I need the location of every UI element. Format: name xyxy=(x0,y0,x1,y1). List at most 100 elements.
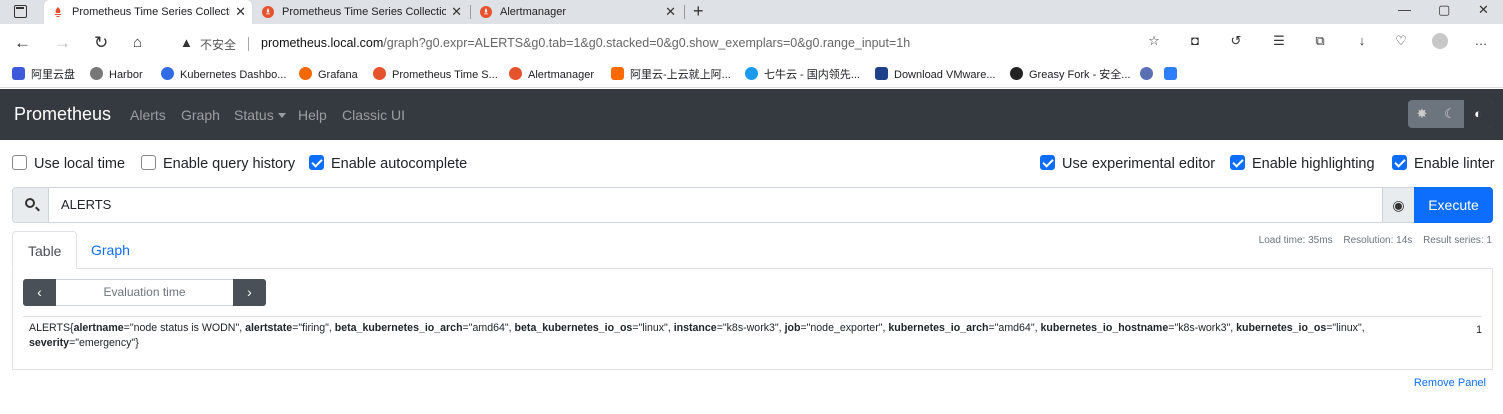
downloads-icon[interactable]: ↓ xyxy=(1354,33,1370,49)
forward-button[interactable]: → xyxy=(54,33,71,53)
search-lens-shape xyxy=(25,198,35,208)
nav-status[interactable]: Status xyxy=(234,107,286,123)
profile-avatar[interactable] xyxy=(1432,33,1448,49)
collections-icon[interactable]: ⧉ xyxy=(1312,33,1328,49)
tab-close-icon[interactable]: ✕ xyxy=(235,0,246,24)
bookmark-unnamed-2[interactable] xyxy=(1164,66,1183,84)
label-value: "k8s-work3" xyxy=(722,322,779,334)
bookmark-grafana[interactable]: Grafana xyxy=(299,66,358,84)
option-use-local-time[interactable]: Use local time xyxy=(12,154,125,174)
bookmark-vmware[interactable]: Download VMware... xyxy=(875,66,996,84)
bookmark-aliyun-drive[interactable]: 阿里云盘 xyxy=(12,66,75,84)
tab-graph[interactable]: Graph xyxy=(76,231,145,269)
bookmark-label: Prometheus Time S... xyxy=(392,69,498,81)
checkbox-checked[interactable] xyxy=(1392,155,1407,170)
option-label: Enable linter xyxy=(1414,156,1495,172)
expression-input-group: ALERTS ◉ Execute xyxy=(12,187,1493,223)
bookmark-icon xyxy=(373,67,386,80)
label-value: "linux" xyxy=(1332,322,1362,334)
insecure-label[interactable]: 不安全 xyxy=(200,36,236,53)
label-key: beta_kubernetes_io_os xyxy=(514,322,633,334)
caret-down-icon xyxy=(277,113,286,118)
tab-table[interactable]: Table xyxy=(12,231,78,269)
checkbox[interactable] xyxy=(12,155,27,170)
checkbox-checked[interactable] xyxy=(309,155,324,170)
bookmark-kubernetes-dashboard[interactable]: Kubernetes Dashbo... xyxy=(161,66,286,84)
light-theme-sun-icon[interactable]: ✸ xyxy=(1408,100,1436,128)
reload-button[interactable]: ↻ xyxy=(94,33,108,53)
nav-status-label: Status xyxy=(234,107,274,123)
option-enable-linter[interactable]: Enable linter xyxy=(1392,154,1495,174)
option-enable-highlighting[interactable]: Enable highlighting xyxy=(1230,154,1375,174)
home-button[interactable]: ⌂ xyxy=(133,33,142,53)
back-button[interactable]: ← xyxy=(14,33,31,53)
browser-tab-alertmanager[interactable]: Alertmanager ✕ xyxy=(472,0,682,24)
favorite-star-icon[interactable]: ☆ xyxy=(1146,33,1162,49)
label-key: kubernetes_io_hostname xyxy=(1040,322,1169,334)
sync-icon[interactable]: ↺ xyxy=(1228,33,1244,49)
bookmark-qiniu[interactable]: 七牛云 - 国内领先... xyxy=(745,66,860,84)
bookmark-icon xyxy=(299,67,312,80)
more-menu-icon[interactable]: … xyxy=(1473,33,1489,49)
search-icon xyxy=(13,188,49,222)
bookmark-harbor[interactable]: Harbor xyxy=(90,66,143,84)
remove-panel-link[interactable]: Remove Panel xyxy=(1414,377,1486,389)
tab-actions-icon[interactable] xyxy=(14,5,27,18)
label-key: alertname xyxy=(73,322,124,334)
bookmark-icon xyxy=(12,67,25,80)
auto-theme-icon[interactable]: ◐ xyxy=(1464,100,1492,128)
tab-close-icon[interactable]: ✕ xyxy=(665,0,676,24)
nav-alerts[interactable]: Alerts xyxy=(130,107,166,123)
table-divider xyxy=(23,316,1482,317)
address-bar[interactable]: ▲ 不安全 prometheus.local.com/graph?g0.expr… xyxy=(168,30,1170,58)
bookmark-unnamed-1[interactable] xyxy=(1140,66,1159,84)
label-key: instance xyxy=(673,322,717,334)
bookmark-alertmanager[interactable]: Alertmanager xyxy=(509,66,594,84)
browser-tab-prometheus-1[interactable]: Prometheus Time Series Collectio ✕ xyxy=(44,0,252,24)
new-tab-button[interactable]: + xyxy=(693,0,704,22)
table-panel: ‹ Evaluation time › ALERTS{alertname="no… xyxy=(12,268,1493,370)
label-value: "amd64" xyxy=(994,322,1035,334)
option-enable-query-history[interactable]: Enable query history xyxy=(141,154,295,174)
browser-tab-prometheus-2[interactable]: Prometheus Time Series Collectio ✕ xyxy=(254,0,468,24)
expression-input[interactable]: ALERTS xyxy=(61,197,111,212)
warning-icon[interactable]: ▲ xyxy=(180,35,193,50)
favorites-icon[interactable]: ☰ xyxy=(1271,33,1287,49)
label-value: "amd64" xyxy=(468,322,509,334)
bookmark-icon xyxy=(1140,67,1153,80)
nav-help[interactable]: Help xyxy=(298,107,327,123)
nav-classic-ui[interactable]: Classic UI xyxy=(342,107,405,123)
bookmark-label: Alertmanager xyxy=(528,69,595,81)
bookmark-aliyun[interactable]: 阿里云-上云就上阿... xyxy=(611,66,731,84)
bookmark-icon xyxy=(1164,67,1177,80)
brand-link[interactable]: Prometheus xyxy=(14,104,111,125)
bookmark-label: 阿里云-上云就上阿... xyxy=(630,69,731,81)
execute-button[interactable]: Execute xyxy=(1414,187,1493,223)
bookmark-icon xyxy=(90,67,103,80)
extension-icon[interactable]: ◘ xyxy=(1187,33,1203,49)
option-enable-autocomplete[interactable]: Enable autocomplete xyxy=(309,154,467,174)
maximize-button[interactable]: ▢ xyxy=(1438,2,1450,18)
previous-time-button[interactable]: ‹ xyxy=(23,279,56,306)
url-text[interactable]: prometheus.local.com/graph?g0.expr=ALERT… xyxy=(261,36,910,50)
checkbox-checked[interactable] xyxy=(1040,155,1055,170)
browser-essentials-icon[interactable]: ♡ xyxy=(1393,33,1409,49)
nav-graph[interactable]: Graph xyxy=(181,107,220,123)
checkbox[interactable] xyxy=(141,155,156,170)
url-host: prometheus.local.com xyxy=(261,36,384,50)
close-window-button[interactable]: ✕ xyxy=(1478,2,1489,18)
bookmark-icon xyxy=(1010,67,1023,80)
bookmarks-bar: 阿里云盘 Harbor Kubernetes Dashbo... Grafana… xyxy=(0,62,1503,88)
evaluation-time-input[interactable]: Evaluation time xyxy=(57,280,232,305)
tab-close-icon[interactable]: ✕ xyxy=(451,0,462,24)
dark-theme-moon-icon[interactable]: ☾ xyxy=(1436,100,1464,128)
option-use-experimental-editor[interactable]: Use experimental editor xyxy=(1040,154,1215,174)
resolution: Resolution: 14s xyxy=(1343,235,1413,246)
label-value: "k8s-work3" xyxy=(1174,322,1231,334)
bookmark-greasyfork[interactable]: Greasy Fork - 安全... xyxy=(1010,66,1130,84)
checkbox-checked[interactable] xyxy=(1230,155,1245,170)
minimize-button[interactable]: — xyxy=(1398,2,1411,17)
bookmark-prometheus[interactable]: Prometheus Time S... xyxy=(373,66,498,84)
next-time-button[interactable]: › xyxy=(233,279,266,306)
metrics-explorer-globe-icon[interactable]: ◉ xyxy=(1382,188,1414,222)
